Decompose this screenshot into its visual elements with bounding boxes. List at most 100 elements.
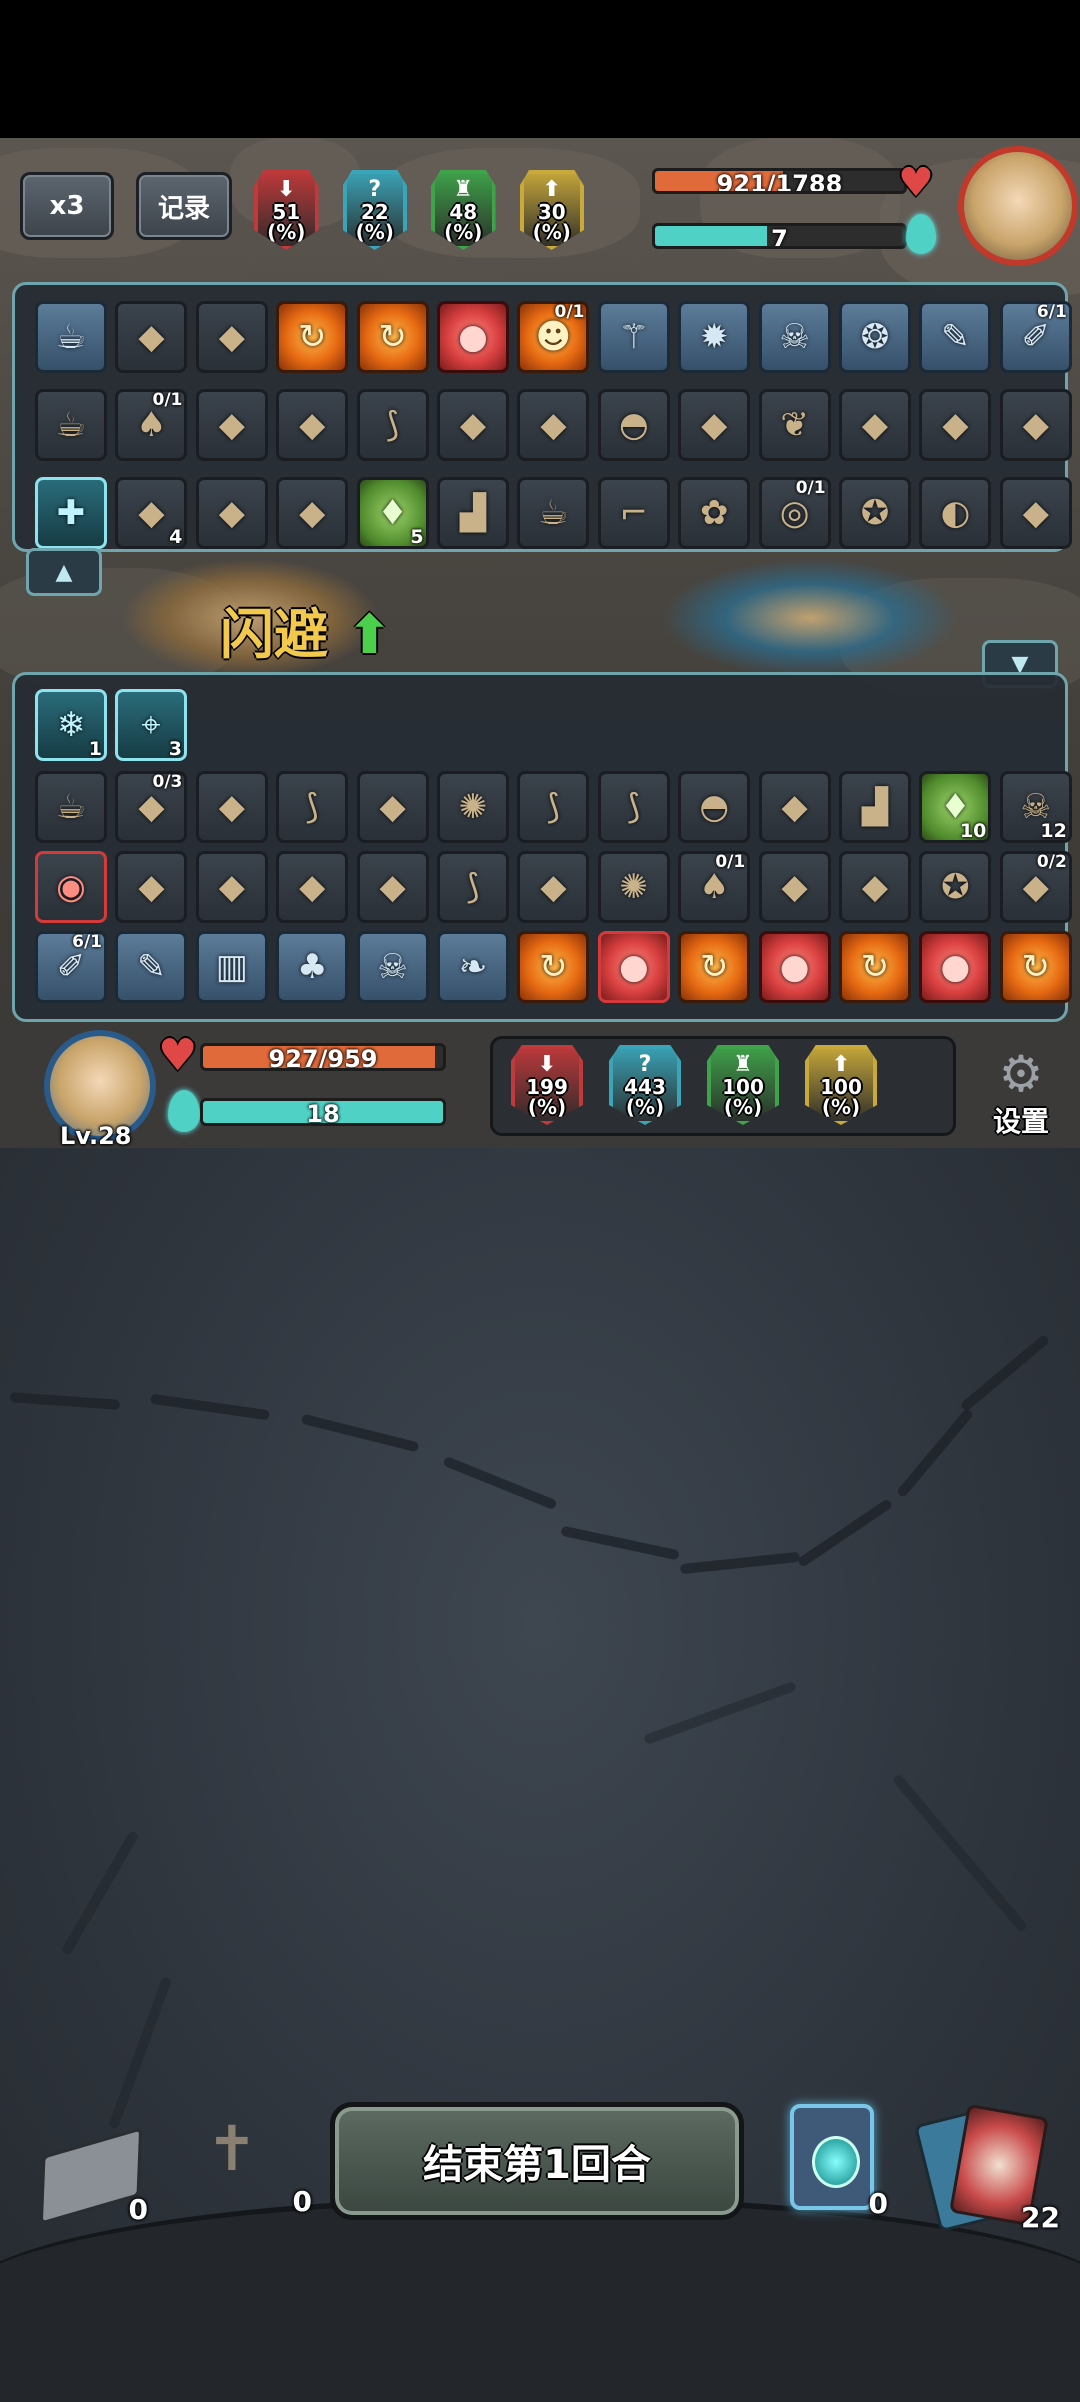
- player-item-slot[interactable]: ♣: [276, 931, 349, 1003]
- collapse-enemy-panel-button[interactable]: ▲: [26, 548, 102, 596]
- player-item-slot[interactable]: ●: [597, 931, 670, 1003]
- enemy-character: [660, 558, 960, 678]
- enemy-item-slot[interactable]: ⌐: [597, 477, 670, 549]
- player-item-slot[interactable]: ◆: [517, 851, 590, 923]
- golden-glove-icon: ◆: [459, 405, 487, 445]
- enemy-item-slot[interactable]: ♠ 0/1: [115, 389, 188, 461]
- player-item-slot[interactable]: ⟆: [437, 851, 509, 923]
- player-item-slot[interactable]: ❧: [437, 931, 509, 1003]
- player-item-slot[interactable]: ✎: [115, 931, 188, 1003]
- enemy-item-slot[interactable]: ↻: [276, 301, 349, 373]
- player-item-slot[interactable]: ◆: [758, 851, 831, 923]
- player-item-slot[interactable]: ♠ 0/1: [678, 851, 751, 923]
- enemy-item-slot[interactable]: ↻: [356, 301, 429, 373]
- enemy-item-slot[interactable]: ◐: [919, 477, 992, 549]
- teacup-icon: ☕: [55, 405, 87, 445]
- flesh-chunk-icon: ●: [779, 947, 810, 987]
- end-turn-button[interactable]: 结束第1回合: [330, 2102, 744, 2220]
- player-item-slot[interactable]: ✺: [597, 851, 670, 923]
- draw-pile-button[interactable]: 0: [38, 2126, 148, 2226]
- enemy-item-slot[interactable]: ◆: [195, 477, 268, 549]
- enemy-item-slot[interactable]: ◆: [195, 389, 268, 461]
- enemy-item-slot[interactable]: ✐ 6/1: [999, 301, 1072, 373]
- player-item-slot[interactable]: ●: [758, 931, 831, 1003]
- enemy-item-slot[interactable]: ◎ 0/1: [758, 477, 831, 549]
- potion-button[interactable]: 0: [790, 2104, 888, 2220]
- player-item-slot[interactable]: ◆: [356, 851, 429, 923]
- player-item-slot[interactable]: ✪: [919, 851, 992, 923]
- orange-blob-icon: ☻: [535, 317, 572, 357]
- record-button[interactable]: 记录: [136, 172, 232, 240]
- player-item-slot[interactable]: ◆ 0/3: [115, 771, 188, 843]
- enemy-item-slot[interactable]: ◆: [919, 389, 992, 461]
- settings-button[interactable]: ⚙ 设置: [976, 1048, 1066, 1144]
- player-item-slot[interactable]: ✺: [437, 771, 509, 843]
- player-item-slot[interactable]: ◆: [195, 771, 268, 843]
- enemy-item-slot[interactable]: ☠: [758, 301, 831, 373]
- enemy-item-slot[interactable]: ❦: [758, 389, 831, 461]
- enemy-item-slot[interactable]: ☻ 0/1: [517, 301, 590, 373]
- enemy-item-slot[interactable]: ☕: [517, 477, 590, 549]
- enemy-item-slot[interactable]: ✹: [678, 301, 751, 373]
- player-item-slot[interactable]: ▥: [195, 931, 268, 1003]
- enemy-item-slot[interactable]: ◆: [678, 389, 751, 461]
- enemy-item-slot[interactable]: ◆: [999, 477, 1072, 549]
- enemy-item-slot[interactable]: ◆: [437, 389, 509, 461]
- player-item-slot[interactable]: ◉: [35, 851, 107, 923]
- player-item-slot[interactable]: ↻: [678, 931, 751, 1003]
- enemy-item-slot[interactable]: ◓: [597, 389, 670, 461]
- player-item-slot[interactable]: ◆: [276, 851, 349, 923]
- enemy-item-slot[interactable]: ▟: [437, 477, 509, 549]
- player-item-slot[interactable]: ◆: [356, 771, 429, 843]
- flesh-chunk-icon: ●: [458, 317, 488, 357]
- player-item-slot[interactable]: ◆ 0/2: [999, 851, 1072, 923]
- enemy-item-slot[interactable]: ◆: [999, 389, 1072, 461]
- enemy-item-slot[interactable]: ◆: [276, 389, 349, 461]
- enemy-item-slot[interactable]: ☕: [35, 301, 107, 373]
- player-item-slot[interactable]: ☠ 12: [999, 771, 1072, 843]
- enemy-item-slot[interactable]: ◆: [517, 389, 590, 461]
- potion-icon: ◆: [540, 867, 567, 907]
- player-item-slot[interactable]: ◆: [839, 851, 911, 923]
- enemy-item-slot[interactable]: ◆: [195, 301, 268, 373]
- enemy-item-slot[interactable]: ◆: [839, 389, 911, 461]
- enemy-item-slot[interactable]: ♦ 5: [356, 477, 429, 549]
- enemy-item-slot[interactable]: ◆: [276, 477, 349, 549]
- player-item-slot[interactable]: ◆: [195, 851, 268, 923]
- deck-button[interactable]: 22: [913, 2103, 1060, 2234]
- player-item-slot[interactable]: ✐ 6/1: [35, 931, 107, 1003]
- player-item-slot[interactable]: ↻: [839, 931, 911, 1003]
- enemy-item-slot[interactable]: ✿: [678, 477, 751, 549]
- enemy-avatar[interactable]: [958, 146, 1078, 266]
- enemy-item-slot[interactable]: ❂: [839, 301, 911, 373]
- player-item-slot[interactable]: ♦ 10: [919, 771, 992, 843]
- enemy-item-slot[interactable]: ●: [437, 301, 509, 373]
- player-item-slot[interactable]: ◆: [115, 851, 188, 923]
- enemy-item-slot[interactable]: ⚚: [597, 301, 670, 373]
- player-item-slot[interactable]: ⟆: [517, 771, 590, 843]
- player-item-slot[interactable]: ⟆: [597, 771, 670, 843]
- enemy-item-slot[interactable]: ☕: [35, 389, 107, 461]
- player-item-slot[interactable]: ●: [919, 931, 992, 1003]
- effect-slot: ❄ 1: [35, 689, 107, 761]
- enemy-item-slot[interactable]: ⟆: [356, 389, 429, 461]
- red-ring-icon: ◉: [56, 867, 86, 907]
- player-item-slot[interactable]: ◆: [758, 771, 831, 843]
- player-item-slot[interactable]: ☕: [35, 771, 107, 843]
- enemy-item-panel: ☕ ◆ ◆ ↻ ↻ ● ☻ 0/1 ⚚ ✹ ☠ ❂ ✎ ✐ 6/1 ☕ ♠ 0/1 ◆ ◆ ⟆ ◆ ◆ ◓ ◆ ❦ ◆ ◆ ◆ ✚ ◆ 4 ◆ ◆…: [12, 282, 1072, 552]
- player-item-slot[interactable]: ↻: [517, 931, 590, 1003]
- player-item-slot[interactable]: ◓: [678, 771, 751, 843]
- enemy-item-slot[interactable]: ✪: [839, 477, 911, 549]
- enemy-item-slot[interactable]: ✚: [35, 477, 107, 549]
- player-item-slot[interactable]: ↻: [999, 931, 1072, 1003]
- player-item-slot[interactable]: ⟆: [276, 771, 349, 843]
- speed-button[interactable]: x3: [20, 172, 114, 240]
- flesh-chunk-icon: ●: [618, 947, 649, 987]
- stat-value: 51: [272, 200, 301, 224]
- player-item-slot[interactable]: ☠: [356, 931, 429, 1003]
- graveyard-button[interactable]: ✝ 0: [196, 2112, 316, 2222]
- enemy-item-slot[interactable]: ◆ 4: [115, 477, 188, 549]
- enemy-item-slot[interactable]: ✎: [919, 301, 992, 373]
- enemy-item-slot[interactable]: ◆: [115, 301, 188, 373]
- player-item-slot[interactable]: ▟: [839, 771, 911, 843]
